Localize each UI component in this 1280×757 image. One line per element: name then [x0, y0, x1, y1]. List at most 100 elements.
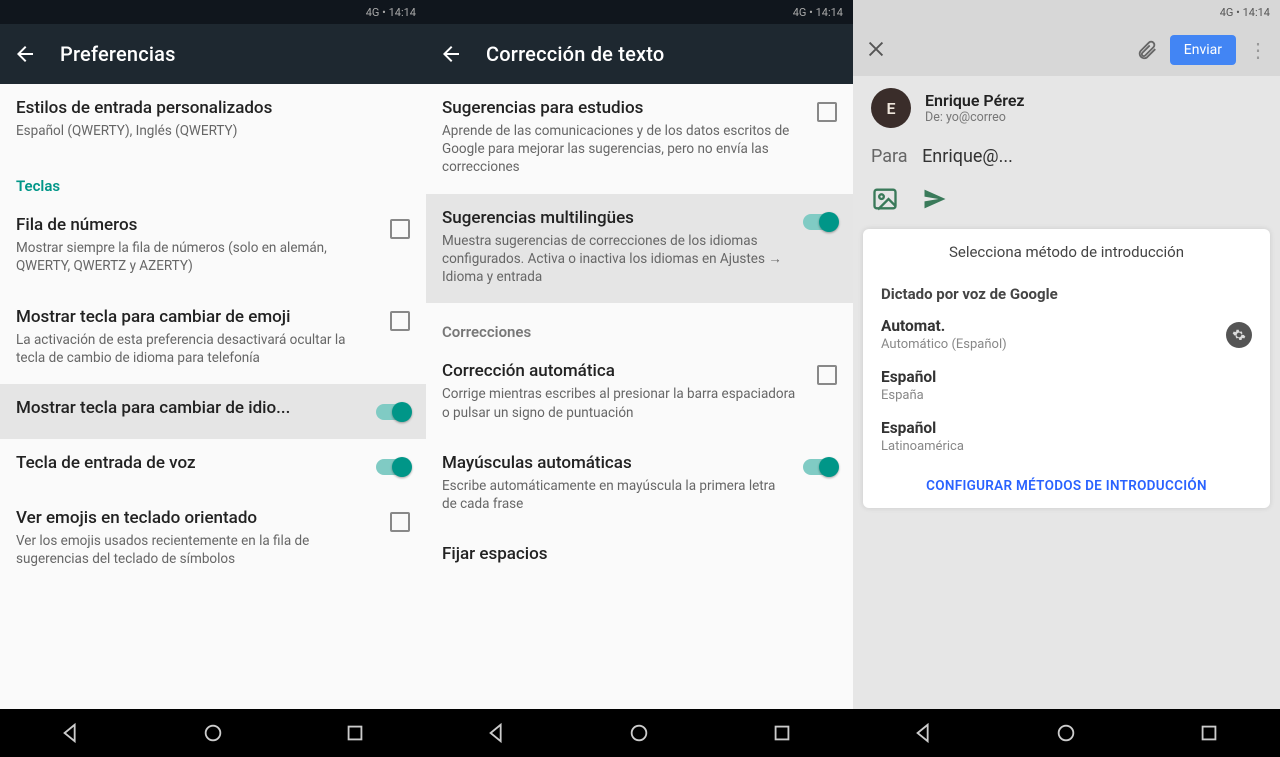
to-row[interactable]: Para Enrique@... — [853, 132, 1280, 179]
status-bar: 4G • 14:14 — [853, 0, 1280, 24]
image-icon[interactable] — [871, 185, 899, 213]
avatar: E — [871, 88, 911, 128]
item-title: Sugerencias para estudios — [442, 98, 805, 118]
list-item[interactable]: Estilos de entrada personalizados Españo… — [0, 84, 426, 157]
list-item[interactable]: Sugerencias multilingües Muestra sugeren… — [426, 194, 853, 304]
dialog-section: Dictado por voz de Google — [879, 273, 1254, 309]
section-header: Correcciones — [426, 303, 853, 347]
item-title: Ver emojis en teclado orientado — [16, 508, 378, 528]
to-value: Enrique@... — [922, 146, 1013, 167]
section-header: Teclas — [0, 157, 426, 201]
gear-icon — [1232, 328, 1246, 342]
close-button[interactable] — [865, 38, 889, 62]
list-item[interactable]: Mostrar tecla para cambiar de idio... — [0, 384, 426, 439]
configure-ime-link[interactable]: Configurar métodos de introducción — [879, 462, 1254, 500]
correction-list: Sugerencias para estudios Aprende de las… — [426, 84, 853, 709]
item-subtitle: Corrige mientras escribes al presionar l… — [442, 385, 805, 421]
arrow-back-icon — [439, 42, 463, 66]
back-button[interactable] — [438, 41, 464, 67]
checkbox[interactable] — [390, 219, 410, 239]
item-title: Corrección automática — [442, 361, 805, 381]
input-method-dialog: Selecciona método de introducción Dictad… — [863, 229, 1270, 508]
switch[interactable] — [376, 459, 410, 475]
item-title: Fila de números — [16, 215, 378, 235]
preferences-screen: 4G • 14:14 Preferencias Estilos de entra… — [0, 0, 426, 757]
nav-back-icon[interactable] — [60, 722, 82, 744]
option-label: Automat. — [881, 317, 1007, 335]
checkbox[interactable] — [817, 365, 837, 385]
item-title: Mostrar tecla para cambiar de emoji — [16, 307, 378, 327]
settings-gear-button[interactable] — [1226, 322, 1252, 348]
list-item[interactable]: Tecla de entrada de voz — [0, 439, 426, 494]
list-item[interactable]: Corrección automática Corrige mientras e… — [426, 347, 853, 438]
checkbox[interactable] — [817, 102, 837, 122]
item-title: Tecla de entrada de voz — [16, 453, 364, 473]
list-item[interactable]: Fila de números Mostrar siempre la fila … — [0, 201, 426, 292]
compose-toolbar: Enviar ⋮ — [853, 24, 1280, 76]
nav-recent-icon[interactable] — [344, 722, 366, 744]
ime-option[interactable]: Automat. Automático (Español) — [879, 309, 1254, 360]
ime-option[interactable]: Español Latinoamérica — [879, 411, 1254, 462]
nav-recent-icon[interactable] — [771, 722, 793, 744]
appbar-preferences: Preferencias — [0, 24, 426, 84]
list-item[interactable]: Ver emojis en teclado orientado Ver los … — [0, 494, 426, 585]
page-title: Corrección de texto — [486, 42, 664, 66]
status-text: 4G • 14:14 — [793, 6, 843, 19]
status-text: 4G • 14:14 — [366, 6, 416, 19]
item-subtitle: Ver los emojis usados recientemente en l… — [16, 532, 378, 568]
nav-home-icon[interactable] — [628, 722, 650, 744]
status-bar: 4G • 14:14 — [426, 0, 853, 24]
item-subtitle: Aprende de las comunicaciones y de los d… — [442, 122, 805, 177]
list-item[interactable]: Mayúsculas automáticas Escribe automátic… — [426, 439, 853, 530]
page-title: Preferencias — [60, 42, 176, 66]
nav-bar — [426, 709, 853, 757]
list-item[interactable]: Mostrar tecla para cambiar de emoji La a… — [0, 293, 426, 384]
item-subtitle: Español (QWERTY), Inglés (QWERTY) — [16, 122, 410, 140]
more-icon[interactable]: ⋮ — [1248, 38, 1268, 62]
nav-home-icon[interactable] — [202, 722, 224, 744]
nav-back-icon[interactable] — [913, 722, 935, 744]
item-subtitle: Muestra sugerencias de correcciones de l… — [442, 232, 791, 287]
text-correction-screen: 4G • 14:14 Corrección de texto Sugerenci… — [426, 0, 853, 757]
status-bar: 4G • 14:14 — [0, 0, 426, 24]
switch[interactable] — [803, 214, 837, 230]
back-button[interactable] — [12, 41, 38, 67]
list-item[interactable]: Sugerencias para estudios Aprende de las… — [426, 84, 853, 194]
switch[interactable] — [376, 404, 410, 420]
option-label: Español — [881, 368, 1252, 386]
item-subtitle: Mostrar siempre la fila de números (solo… — [16, 239, 378, 275]
item-title: Mayúsculas automáticas — [442, 453, 791, 473]
switch[interactable] — [803, 459, 837, 475]
attach-icon[interactable] — [1136, 39, 1158, 61]
compose-quick-icons — [853, 179, 1280, 223]
item-title: Sugerencias multilingües — [442, 208, 791, 228]
nav-recent-icon[interactable] — [1198, 722, 1220, 744]
item-title: Fijar espacios — [442, 544, 837, 564]
list-item[interactable]: Fijar espacios — [426, 530, 853, 585]
nav-back-icon[interactable] — [486, 722, 508, 744]
compose-screen: 4G • 14:14 Enviar ⋮ E Enrique Pérez De: … — [853, 0, 1280, 757]
nav-bar — [0, 709, 426, 757]
preferences-list: Estilos de entrada personalizados Españo… — [0, 84, 426, 709]
checkbox[interactable] — [390, 311, 410, 331]
appbar-correction: Corrección de texto — [426, 24, 853, 84]
from-address: De: yo@correo — [925, 110, 1025, 125]
item-title: Estilos de entrada personalizados — [16, 98, 410, 118]
nav-home-icon[interactable] — [1055, 722, 1077, 744]
option-sub: Automático (Español) — [881, 337, 1007, 352]
send-inline-icon[interactable] — [921, 185, 949, 213]
option-sub: Latinoamérica — [881, 439, 1252, 454]
option-sub: España — [881, 388, 1252, 403]
item-title: Mostrar tecla para cambiar de idio... — [16, 398, 364, 418]
nav-bar — [853, 709, 1280, 757]
to-label: Para — [871, 146, 908, 167]
status-text: 4G • 14:14 — [1220, 6, 1270, 19]
checkbox[interactable] — [390, 512, 410, 532]
send-button[interactable]: Enviar — [1170, 35, 1236, 65]
item-subtitle: Escribe automáticamente en mayúscula la … — [442, 477, 791, 513]
arrow-back-icon — [13, 42, 37, 66]
option-label: Español — [881, 419, 1252, 437]
ime-option[interactable]: Español España — [879, 360, 1254, 411]
dialog-title: Selecciona método de introducción — [879, 243, 1254, 273]
from-row: E Enrique Pérez De: yo@correo — [853, 76, 1280, 132]
